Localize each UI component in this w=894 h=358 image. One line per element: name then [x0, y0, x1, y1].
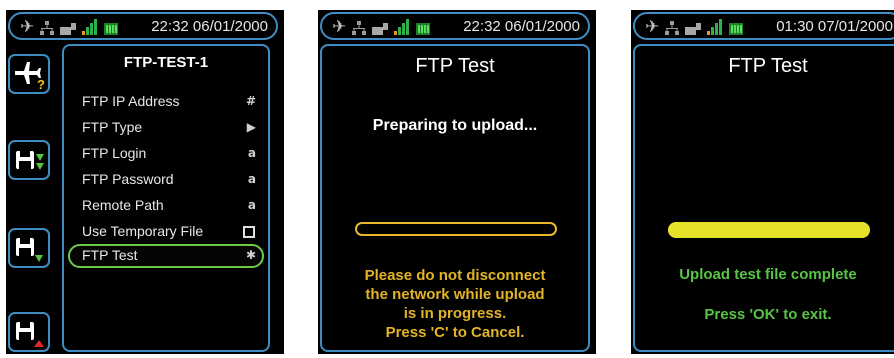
- network-icon: [40, 21, 55, 35]
- network-icon: [665, 21, 680, 35]
- menu-item-ftp-ip-address[interactable]: FTP IP Address #: [68, 90, 264, 114]
- menu-title: FTP-TEST-1: [123, 54, 209, 71]
- submenu-arrow-icon: ▶: [246, 120, 256, 134]
- upload-complete-message: Upload test file complete: [679, 266, 857, 283]
- warning-line: is in progress.: [403, 305, 507, 322]
- exit-instruction: Press 'OK' to exit.: [704, 306, 832, 323]
- ftp-test-uploading-screen: ✈ 22:32 06/01/2000 FTP Test Preparing to…: [318, 10, 596, 354]
- upload-warning-message: Please do not disconnect the network whi…: [322, 266, 588, 342]
- save-up-icon: [16, 322, 44, 347]
- ftp-test-panel: FTP Test Upload test file complete Press…: [633, 44, 894, 352]
- menu-item-ftp-password[interactable]: FTP Password a: [68, 168, 264, 192]
- battery-icon: [416, 23, 431, 35]
- svg-text:?: ?: [37, 77, 45, 90]
- warning-line: Please do not disconnect: [364, 267, 546, 284]
- menu-item-label: Use Temporary File: [82, 223, 204, 239]
- network-icon: [352, 21, 367, 35]
- menu-item-label: FTP Password: [82, 171, 174, 187]
- hash-icon: #: [245, 94, 256, 108]
- menu-item-label: Remote Path: [82, 197, 164, 213]
- ftp-settings-menu: FTP-TEST-1 FTP IP Address # FTP Type ▶ F…: [62, 44, 270, 352]
- signal-icon: [707, 19, 723, 35]
- menu-item-label: FTP Login: [82, 145, 147, 161]
- menu-item-ftp-login[interactable]: FTP Login a: [68, 142, 264, 166]
- save-down-icon: [16, 151, 44, 170]
- save-icon: [16, 238, 43, 262]
- ftp-settings-screen: ✈ 22:32 06/01/2000 ? FTP-TEST-1 FTP IP A…: [6, 10, 284, 354]
- menu-item-label: FTP Test: [82, 247, 138, 263]
- airplane-icon: ✈: [645, 17, 660, 37]
- text-entry-icon: a: [247, 198, 256, 212]
- panel-title: FTP Test: [415, 55, 495, 77]
- usb-icon: [60, 23, 77, 35]
- menu-item-ftp-test[interactable]: FTP Test ✱: [68, 244, 264, 268]
- softkey-save-down[interactable]: [8, 140, 50, 180]
- checkbox-icon[interactable]: [243, 226, 255, 238]
- upload-progress-bar: [355, 222, 557, 236]
- menu-item-label: FTP IP Address: [82, 93, 180, 109]
- signal-icon: [394, 19, 410, 35]
- status-bar: ✈: [320, 12, 590, 40]
- ftp-test-complete-screen: ✈ 01:30 07/01/2000 FTP Test Upload test …: [631, 10, 894, 354]
- text-entry-icon: a: [247, 146, 256, 160]
- status-time: 22:32 06/01/2000: [151, 18, 268, 35]
- softkey-save[interactable]: [8, 228, 50, 268]
- action-gear-icon: ✱: [245, 248, 256, 262]
- signal-icon: [82, 19, 98, 35]
- upload-progress-bar: [668, 222, 870, 238]
- menu-item-label: FTP Type: [82, 119, 143, 135]
- text-entry-icon: a: [247, 172, 256, 186]
- usb-icon: [685, 23, 702, 35]
- airplane-icon: ✈: [332, 17, 347, 37]
- usb-icon: [372, 23, 389, 35]
- progress-fill: [668, 222, 870, 238]
- warning-line: the network while upload: [365, 286, 545, 303]
- battery-icon: [104, 23, 119, 35]
- status-bar: ✈: [633, 12, 894, 40]
- status-bar: ✈: [8, 12, 278, 40]
- softkey-airplane-help[interactable]: ?: [8, 54, 50, 94]
- airplane-icon: ✈: [20, 17, 35, 37]
- cancel-instruction: Press 'C' to Cancel.: [385, 324, 525, 341]
- menu-item-ftp-type[interactable]: FTP Type ▶: [68, 116, 264, 140]
- panel-title: FTP Test: [728, 55, 808, 77]
- softkey-save-up[interactable]: [8, 312, 50, 352]
- menu-item-use-temporary-file[interactable]: Use Temporary File: [68, 220, 264, 244]
- ftp-test-panel: FTP Test Preparing to upload... Please d…: [320, 44, 590, 352]
- status-time: 01:30 07/01/2000: [776, 18, 893, 35]
- airplane-help-icon: ?: [15, 62, 45, 90]
- battery-icon: [729, 23, 744, 35]
- preparing-message: Preparing to upload...: [372, 117, 538, 134]
- menu-item-remote-path[interactable]: Remote Path a: [68, 194, 264, 218]
- status-time: 22:32 06/01/2000: [463, 18, 580, 35]
